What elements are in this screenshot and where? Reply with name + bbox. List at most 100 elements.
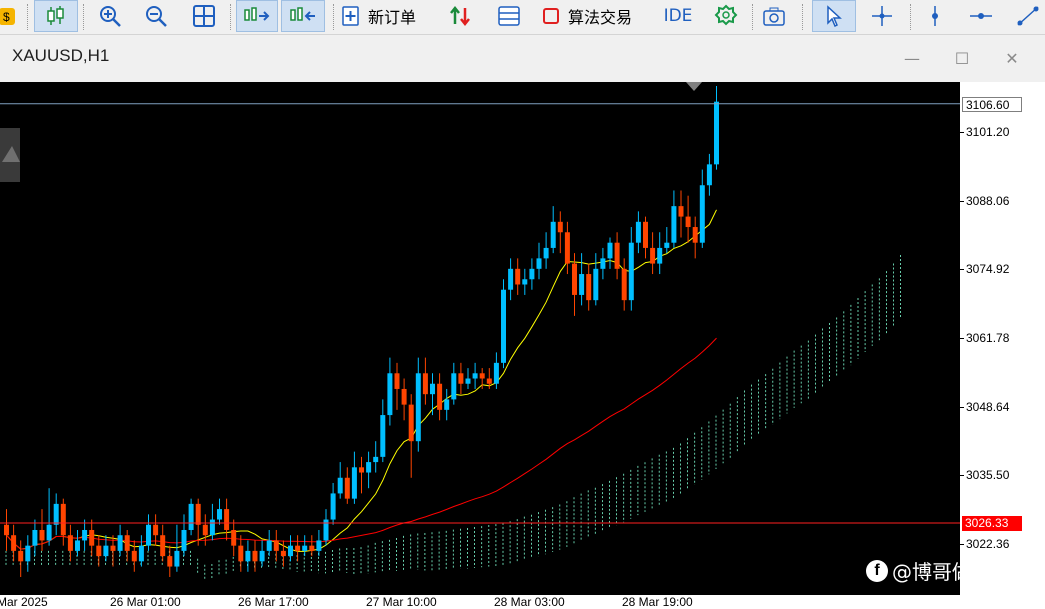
tile-windows-button[interactable] [184, 0, 224, 32]
candle-up [217, 509, 222, 520]
candle-down [60, 503, 66, 536]
community-button[interactable] [708, 0, 744, 32]
candle-down [110, 545, 116, 551]
chart-shift-button[interactable] [281, 0, 325, 32]
maximize-button[interactable]: ☐ [952, 50, 972, 68]
candle-down [18, 550, 24, 562]
auto-scroll-button[interactable] [236, 0, 278, 32]
chart-window-title: XAUUSD,H1 [12, 46, 110, 65]
horizontal-line-icon [970, 13, 992, 19]
candle-up [46, 524, 52, 541]
candle-up [706, 164, 712, 186]
candle-down [614, 242, 620, 269]
candle-up [699, 185, 705, 243]
toolbar-separator [333, 4, 334, 30]
candle-down [479, 373, 485, 379]
high-marker-icon [686, 82, 702, 91]
time-axis-label: 26 Mar 17:00 [238, 595, 309, 609]
coin-icon[interactable]: $ [0, 0, 18, 32]
trade-arrows-icon [450, 5, 470, 27]
slow-moving-average-line [6, 337, 717, 550]
candle-down [195, 503, 201, 525]
candle-down [231, 529, 237, 546]
time-axis-label: 26 Mar 01:00 [110, 595, 181, 609]
candlestick-chart-button[interactable] [34, 0, 78, 32]
candle-up [550, 221, 556, 248]
candle-up [529, 268, 535, 280]
candle-down [572, 263, 577, 295]
candle-up [103, 545, 109, 557]
candle-up [53, 503, 59, 525]
candle-up [373, 456, 379, 463]
trade-arrows-button[interactable] [444, 0, 478, 32]
trend-line-icon [1016, 6, 1039, 26]
chart-canvas[interactable] [0, 82, 960, 595]
price-axis-tick [960, 269, 964, 271]
candle-up [245, 550, 251, 562]
chart-window-titlebar: XAUUSD,H1 — ☐ ✕ [0, 36, 1045, 80]
candle-up [75, 540, 80, 551]
candle-down [4, 524, 9, 536]
minimize-button[interactable]: — [902, 50, 922, 68]
zoom-in-button[interactable] [90, 0, 130, 32]
price-axis-label: 3074.92 [966, 262, 1010, 277]
candle-up [451, 373, 457, 400]
candlesticks [4, 86, 719, 577]
crosshair-icon [872, 6, 892, 26]
candle-up [508, 268, 514, 290]
price-chart[interactable] [0, 82, 960, 595]
minimize-icon: — [904, 49, 920, 68]
candle-up [430, 383, 435, 395]
time-axis[interactable]: Mar 2025 26 Mar 01:00 26 Mar 17:00 27 Mar 1… [0, 595, 960, 609]
new-order-button[interactable]: 新订单 [340, 0, 436, 32]
depth-of-market-button[interactable] [492, 0, 526, 32]
ichimoku-cloud [5, 254, 901, 581]
screenshot-button[interactable] [758, 0, 790, 32]
candle-up [536, 258, 542, 269]
candle-up [32, 529, 38, 546]
candle-down [557, 221, 563, 233]
candle-up [316, 540, 322, 551]
candle-down [131, 550, 137, 562]
candle-up [657, 247, 663, 264]
close-button[interactable]: ✕ [1002, 50, 1022, 68]
candle-up [472, 373, 478, 379]
watermark: f @博哥做黄金。 [866, 556, 1032, 585]
candle-up [302, 545, 308, 551]
candle-up [444, 399, 450, 410]
vertical-line-tool-button[interactable] [920, 0, 950, 32]
candle-down [344, 477, 350, 499]
vertical-line-icon [932, 6, 938, 26]
high-price-label: 3106.60 [962, 96, 1022, 112]
new-order-label: 新订单 [368, 8, 417, 27]
algo-trading-button[interactable]: 算法交易 [540, 0, 654, 32]
candle-up [259, 550, 265, 562]
price-axis-label: 3022.36 [966, 536, 1010, 551]
candle-up [671, 206, 677, 243]
ide-button[interactable]: IDE [660, 0, 696, 32]
candle-up [635, 221, 641, 243]
candle-up [664, 242, 670, 248]
price-axis-tick [960, 475, 964, 477]
price-axis-tick [960, 131, 964, 133]
zoom-out-icon [146, 6, 167, 27]
candle-down [408, 404, 414, 442]
time-axis-label: 27 Mar 10:00 [366, 595, 437, 609]
toolbar-separator [910, 4, 911, 30]
time-axis-label: 28 Mar 19:00 [622, 595, 693, 609]
crosshair-tool-button[interactable] [864, 0, 900, 32]
maximize-icon: ☐ [954, 49, 970, 68]
cursor-tool-button[interactable] [812, 0, 856, 32]
toolbar-separator [802, 4, 803, 30]
candle-down [89, 529, 95, 546]
candle-down [309, 545, 315, 551]
horizontal-line-tool-button[interactable] [964, 0, 998, 32]
cursor-icon [827, 5, 842, 27]
bid-price-label: 3026.33 [962, 516, 1022, 532]
zoom-out-button[interactable] [136, 0, 176, 32]
trend-line-tool-button[interactable] [1010, 0, 1045, 32]
price-axis-tick [960, 337, 964, 339]
one-click-trading-tab[interactable] [0, 128, 20, 182]
main-toolbar: $ 新订单 算法交易 IDE [0, 0, 1045, 35]
candle-down [67, 535, 73, 551]
